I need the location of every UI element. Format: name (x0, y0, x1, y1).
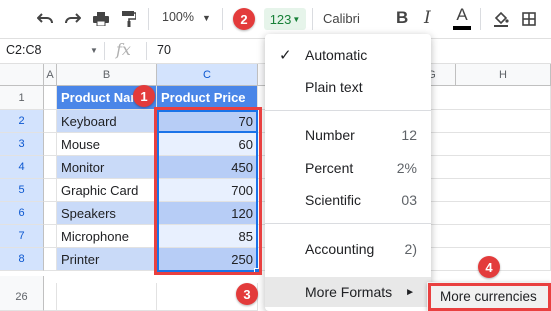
text-color-label: A (456, 5, 468, 24)
divider (480, 8, 481, 30)
table-cell[interactable]: Graphic Card (57, 179, 157, 202)
step-badge-3: 3 (236, 283, 258, 305)
zoom-select[interactable]: 100% (162, 10, 194, 24)
menu-item-automatic[interactable]: ✓ Automatic (265, 41, 431, 69)
fill-color-icon[interactable] (490, 4, 512, 34)
row-header[interactable]: 3 (0, 133, 44, 156)
font-select[interactable]: Calibri (323, 11, 360, 26)
table-cell[interactable]: 70 (157, 110, 258, 133)
divider (312, 8, 313, 30)
table-cell[interactable] (44, 133, 57, 156)
print-icon[interactable] (90, 4, 112, 34)
table-cell[interactable]: 85 (157, 225, 258, 248)
row-header (0, 276, 44, 283)
fx-icon: fx (116, 40, 131, 59)
column-header-c[interactable]: C (157, 64, 258, 86)
divider (146, 42, 147, 60)
menu-item-accounting[interactable]: Accounting 2) (265, 235, 431, 263)
row-header[interactable]: 6 (0, 202, 44, 225)
format-example: 2) (404, 241, 417, 257)
table-header-cell[interactable]: Product Price (157, 86, 258, 110)
table-cell[interactable] (44, 248, 57, 271)
step-badge-4: 4 (478, 256, 500, 278)
table-cell[interactable] (44, 283, 57, 311)
row-header[interactable]: 5 (0, 179, 44, 202)
menu-divider (265, 223, 431, 224)
color-swatch (453, 26, 471, 30)
select-all-corner[interactable] (0, 64, 44, 86)
divider (222, 8, 223, 30)
name-box[interactable]: C2:C8 (6, 43, 41, 57)
menu-item-label: More Formats (305, 284, 393, 300)
menu-item-scientific[interactable]: Scientific 03 (265, 186, 431, 214)
table-cell[interactable]: 250 (157, 248, 258, 271)
table-cell[interactable]: Mouse (57, 133, 157, 156)
table-cell[interactable]: Keyboard (57, 110, 157, 133)
chevron-down-icon: ▼ (292, 14, 301, 24)
menu-divider (265, 110, 431, 111)
more-formats-button[interactable]: 123 ▼ (264, 8, 306, 30)
row-header[interactable]: 1 (0, 86, 44, 110)
row-header[interactable]: 4 (0, 156, 44, 179)
row-header[interactable]: 26 (0, 283, 44, 311)
borders-icon[interactable] (518, 4, 540, 34)
undo-icon[interactable] (34, 4, 56, 34)
column-header-a[interactable]: A (44, 64, 57, 86)
menu-item-label: Number (305, 127, 355, 143)
table-cell[interactable] (44, 110, 57, 133)
step-badge-2: 2 (233, 8, 255, 30)
divider (104, 42, 105, 60)
format-example: 2% (396, 160, 417, 176)
row-header[interactable]: 2 (0, 110, 44, 133)
row-header[interactable]: 7 (0, 225, 44, 248)
table-cell[interactable] (44, 179, 57, 202)
menu-item-label: Automatic (305, 47, 368, 63)
column-header-b[interactable]: B (57, 64, 157, 86)
fill-handle[interactable] (254, 268, 260, 274)
italic-button[interactable]: I (424, 8, 431, 28)
formula-input[interactable]: 70 (157, 43, 171, 57)
menu-item-percent[interactable]: Percent 2% (265, 154, 431, 182)
table-cell[interactable]: 120 (157, 202, 258, 225)
table-cell[interactable]: 700 (157, 179, 258, 202)
format-example: 12 (401, 127, 417, 143)
column-header-h[interactable]: H (456, 64, 551, 86)
format-example: 03 (401, 192, 417, 208)
table-cell[interactable]: Microphone (57, 225, 157, 248)
table-cell[interactable] (44, 225, 57, 248)
table-cell[interactable]: 60 (157, 133, 258, 156)
chevron-down-icon[interactable]: ▼ (90, 46, 98, 55)
more-currencies-item[interactable]: More currencies (440, 289, 537, 304)
table-cell[interactable]: Speakers (57, 202, 157, 225)
menu-item-label: Percent (305, 160, 354, 176)
menu-item-plain-text[interactable]: Plain text (265, 73, 431, 101)
menu-item-more-formats[interactable]: More Formats ► (265, 277, 431, 307)
row-header[interactable]: 8 (0, 248, 44, 271)
divider (148, 8, 149, 30)
table-cell[interactable]: 450 (157, 156, 258, 179)
table-cell[interactable] (44, 156, 57, 179)
chevron-down-icon[interactable]: ▼ (202, 13, 211, 23)
toolbar: 100% ▼ 123 ▼ Calibri B I A (0, 0, 551, 38)
table-cell[interactable] (57, 283, 157, 311)
menu-item-label: Plain text (305, 79, 363, 95)
menu-item-label: Scientific (305, 192, 362, 208)
table-cell[interactable] (44, 86, 57, 110)
table-cell[interactable]: Monitor (57, 156, 157, 179)
submenu-arrow-icon: ► (405, 286, 415, 298)
number-format-menu: ✓ Automatic Plain text Number 12 Percent… (265, 34, 431, 311)
bold-button[interactable]: B (396, 8, 408, 28)
menu-item-number[interactable]: Number 12 (265, 121, 431, 149)
paint-format-icon[interactable] (118, 4, 140, 34)
step-badge-1: 1 (133, 85, 155, 107)
text-color-button[interactable]: A (452, 5, 472, 30)
format-chip-label: 123 (269, 11, 292, 27)
menu-item-label: Accounting (305, 241, 375, 257)
redo-icon[interactable] (62, 4, 84, 34)
checkmark-icon: ✓ (279, 47, 292, 64)
table-cell[interactable] (44, 202, 57, 225)
table-cell[interactable]: Printer (57, 248, 157, 271)
